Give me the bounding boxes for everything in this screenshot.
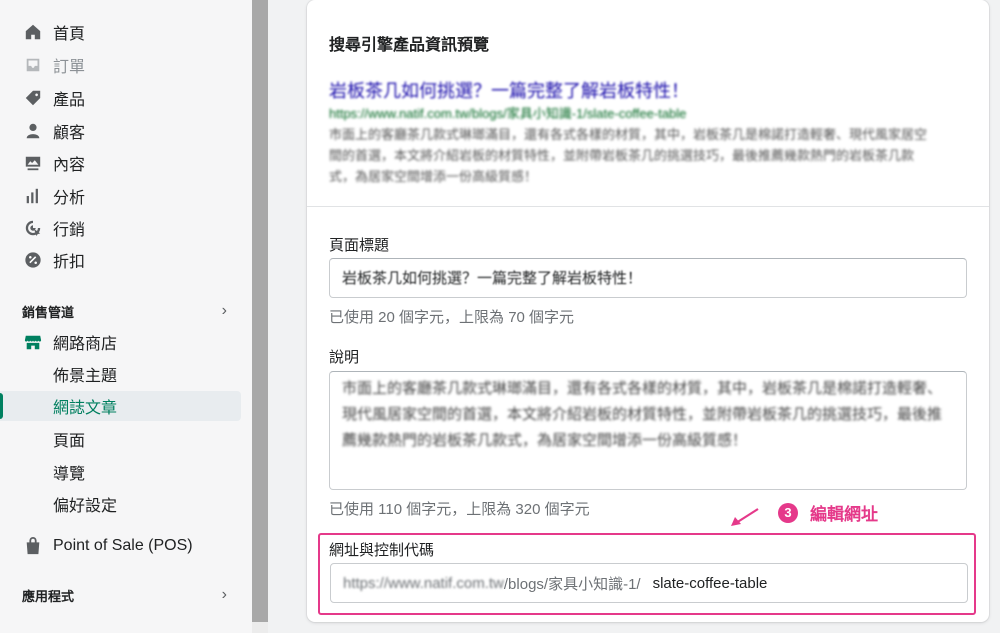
sidebar-item-preferences[interactable]: 偏好設定	[0, 489, 241, 519]
search-preview-description: 市面上的客廳茶几款式琳瑯滿目，還有各式各樣的材質，其中，岩板茶几是棉諾打造輕奢、…	[329, 127, 928, 184]
tag-icon	[23, 88, 43, 108]
annotation-number-badge: 3	[778, 502, 798, 523]
description-helper: 已使用 110 個字元，上限為 320 個字元	[329, 501, 590, 518]
nav-item-discounts[interactable]: 折扣	[0, 245, 241, 275]
nav-item-label: 首頁	[53, 26, 86, 43]
sidebar-item-navigation[interactable]: 導覽	[0, 457, 241, 487]
divider	[307, 206, 989, 207]
nav-item-label: 折扣	[53, 254, 86, 271]
nav-item-label: 分析	[53, 190, 86, 207]
sidebar-item-blog-posts[interactable]: 網誌文章	[0, 391, 241, 421]
sidebar-scrollbar-thumb[interactable]	[252, 0, 268, 622]
bar-chart-icon	[23, 186, 43, 206]
search-preview-url: https://www.natif.com.tw/blogs/家具小知識-1/s…	[329, 106, 687, 121]
nav-item-label: 內容	[53, 157, 86, 174]
description-textarea[interactable]: 市面上的客廳茶几款式琳瑯滿目，還有各式各樣的材質，其中，岩板茶几是棉諾打造輕奢、…	[329, 371, 967, 490]
target-icon	[23, 218, 43, 238]
nav-item-label: Point of Sale (POS)	[53, 537, 193, 554]
description-label: 說明	[329, 349, 360, 366]
sidebar-item-pages[interactable]: 頁面	[0, 424, 241, 454]
nav-item-products[interactable]: 產品	[0, 83, 241, 113]
nav-item-orders[interactable]: 訂單	[0, 50, 241, 80]
nav-item-home[interactable]: 首頁	[0, 17, 241, 47]
page-title-value: 岩板茶几如何挑選？一篇完整了解岩板特性！	[342, 270, 643, 287]
nav-item-online-store[interactable]: 網路商店	[0, 327, 241, 357]
page-title-input[interactable]: 岩板茶几如何挑選？一篇完整了解岩板特性！	[329, 258, 967, 298]
nav-item-label: 行銷	[53, 222, 86, 239]
highlight-box	[318, 533, 976, 615]
nav-item-marketing[interactable]: 行銷	[0, 213, 241, 243]
shopping-bag-icon	[23, 536, 43, 556]
card-title: 搜尋引擎產品資訊預覽	[329, 37, 490, 54]
annotation-label: 3 編輯網址	[778, 500, 878, 525]
chevron-right-icon: ›	[221, 302, 227, 319]
arrow-icon	[731, 508, 759, 526]
page-title-helper: 已使用 20 個字元，上限為 70 個字元	[329, 309, 575, 326]
chevron-right-icon: ›	[221, 586, 227, 603]
nav-item-pos[interactable]: Point of Sale (POS)	[0, 531, 241, 561]
nav-item-label: 顧客	[53, 125, 86, 142]
nav-item-label: 產品	[53, 92, 86, 109]
search-preview-title: 岩板茶几如何挑選？一篇完整了解岩板特性！	[329, 81, 689, 101]
nav-item-label: 網路商店	[53, 336, 118, 353]
sidebar: 首頁 訂單 產品 顧客 內容 分析 行銷 折扣 銷售管道 › 網路商店 佈景主題…	[0, 0, 252, 633]
seo-card: 搜尋引擎產品資訊預覽 岩板茶几如何挑選？一篇完整了解岩板特性！ https://…	[307, 0, 989, 622]
nav-item-content[interactable]: 內容	[0, 148, 241, 178]
home-icon	[23, 22, 43, 42]
store-icon	[23, 332, 43, 352]
nav-item-label: 訂單	[53, 59, 86, 76]
sales-channels-heading[interactable]: 銷售管道 ›	[22, 300, 227, 322]
nav-item-analytics[interactable]: 分析	[0, 181, 241, 211]
description-value: 市面上的客廳茶几款式琳瑯滿目，還有各式各樣的材質，其中，岩板茶几是棉諾打造輕奢、…	[342, 380, 943, 449]
nav-item-customers[interactable]: 顧客	[0, 116, 241, 146]
sidebar-item-themes[interactable]: 佈景主題	[0, 359, 241, 389]
apps-heading[interactable]: 應用程式 ›	[22, 584, 227, 606]
page-title-label: 頁面標題	[329, 237, 390, 254]
inbox-icon	[23, 55, 43, 75]
person-icon	[23, 121, 43, 141]
annotation-text: 編輯網址	[810, 505, 878, 524]
discount-icon	[23, 250, 43, 270]
image-icon	[23, 153, 43, 173]
